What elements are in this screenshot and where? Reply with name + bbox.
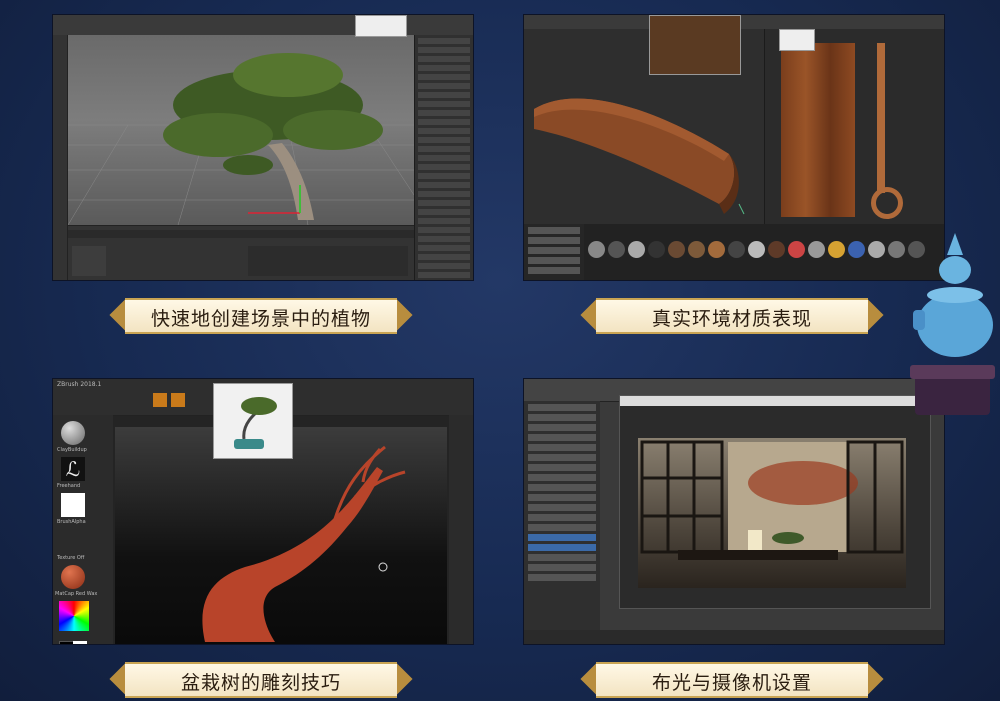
- caption-lighting-camera: 布光与摄像机设置: [580, 662, 884, 698]
- reference-thumbnail: [355, 15, 407, 37]
- substance-screenshot: [523, 14, 945, 281]
- zb-left-shelf: ClayBuildup ℒ Freehand BrushAlpha Textur…: [53, 415, 113, 644]
- zb-right-shelf: [449, 415, 473, 644]
- reference-bonsai-photo: [213, 383, 293, 459]
- c4d-timeline: [68, 225, 414, 280]
- c4d-screenshot: [52, 14, 474, 281]
- tree-render: [67, 53, 415, 226]
- zb-title: ZBrush 2018.1: [57, 381, 102, 388]
- incense-burner-decoration: [910, 233, 995, 415]
- c4d-viewport: [67, 35, 415, 226]
- caption-material: 真实环境材质表现: [580, 298, 884, 334]
- render-view-window: [619, 395, 931, 609]
- material-swatches: [584, 241, 944, 279]
- c4d-left-toolbar: [53, 35, 68, 280]
- maya-screenshot: [523, 378, 945, 645]
- sp-2d-uv-view: [764, 29, 944, 224]
- maya-outliner: [524, 401, 600, 630]
- maya-timeline: [524, 630, 944, 644]
- caption-plant-creation: 快速地创建场景中的植物: [109, 298, 413, 334]
- c4d-attribute-panel: [414, 35, 473, 280]
- zbrush-screenshot: ZBrush 2018.1 ClayBuildup ℒ Freehand Bru…: [52, 378, 474, 645]
- caption-sculpting: 盆栽树的雕刻技巧: [109, 662, 413, 698]
- c4d-toolbar: [53, 15, 473, 36]
- sp-shelf-tree: [524, 224, 584, 280]
- tree-trunk: [268, 143, 314, 220]
- reference-photo: [649, 15, 741, 75]
- rendered-room: [638, 438, 906, 588]
